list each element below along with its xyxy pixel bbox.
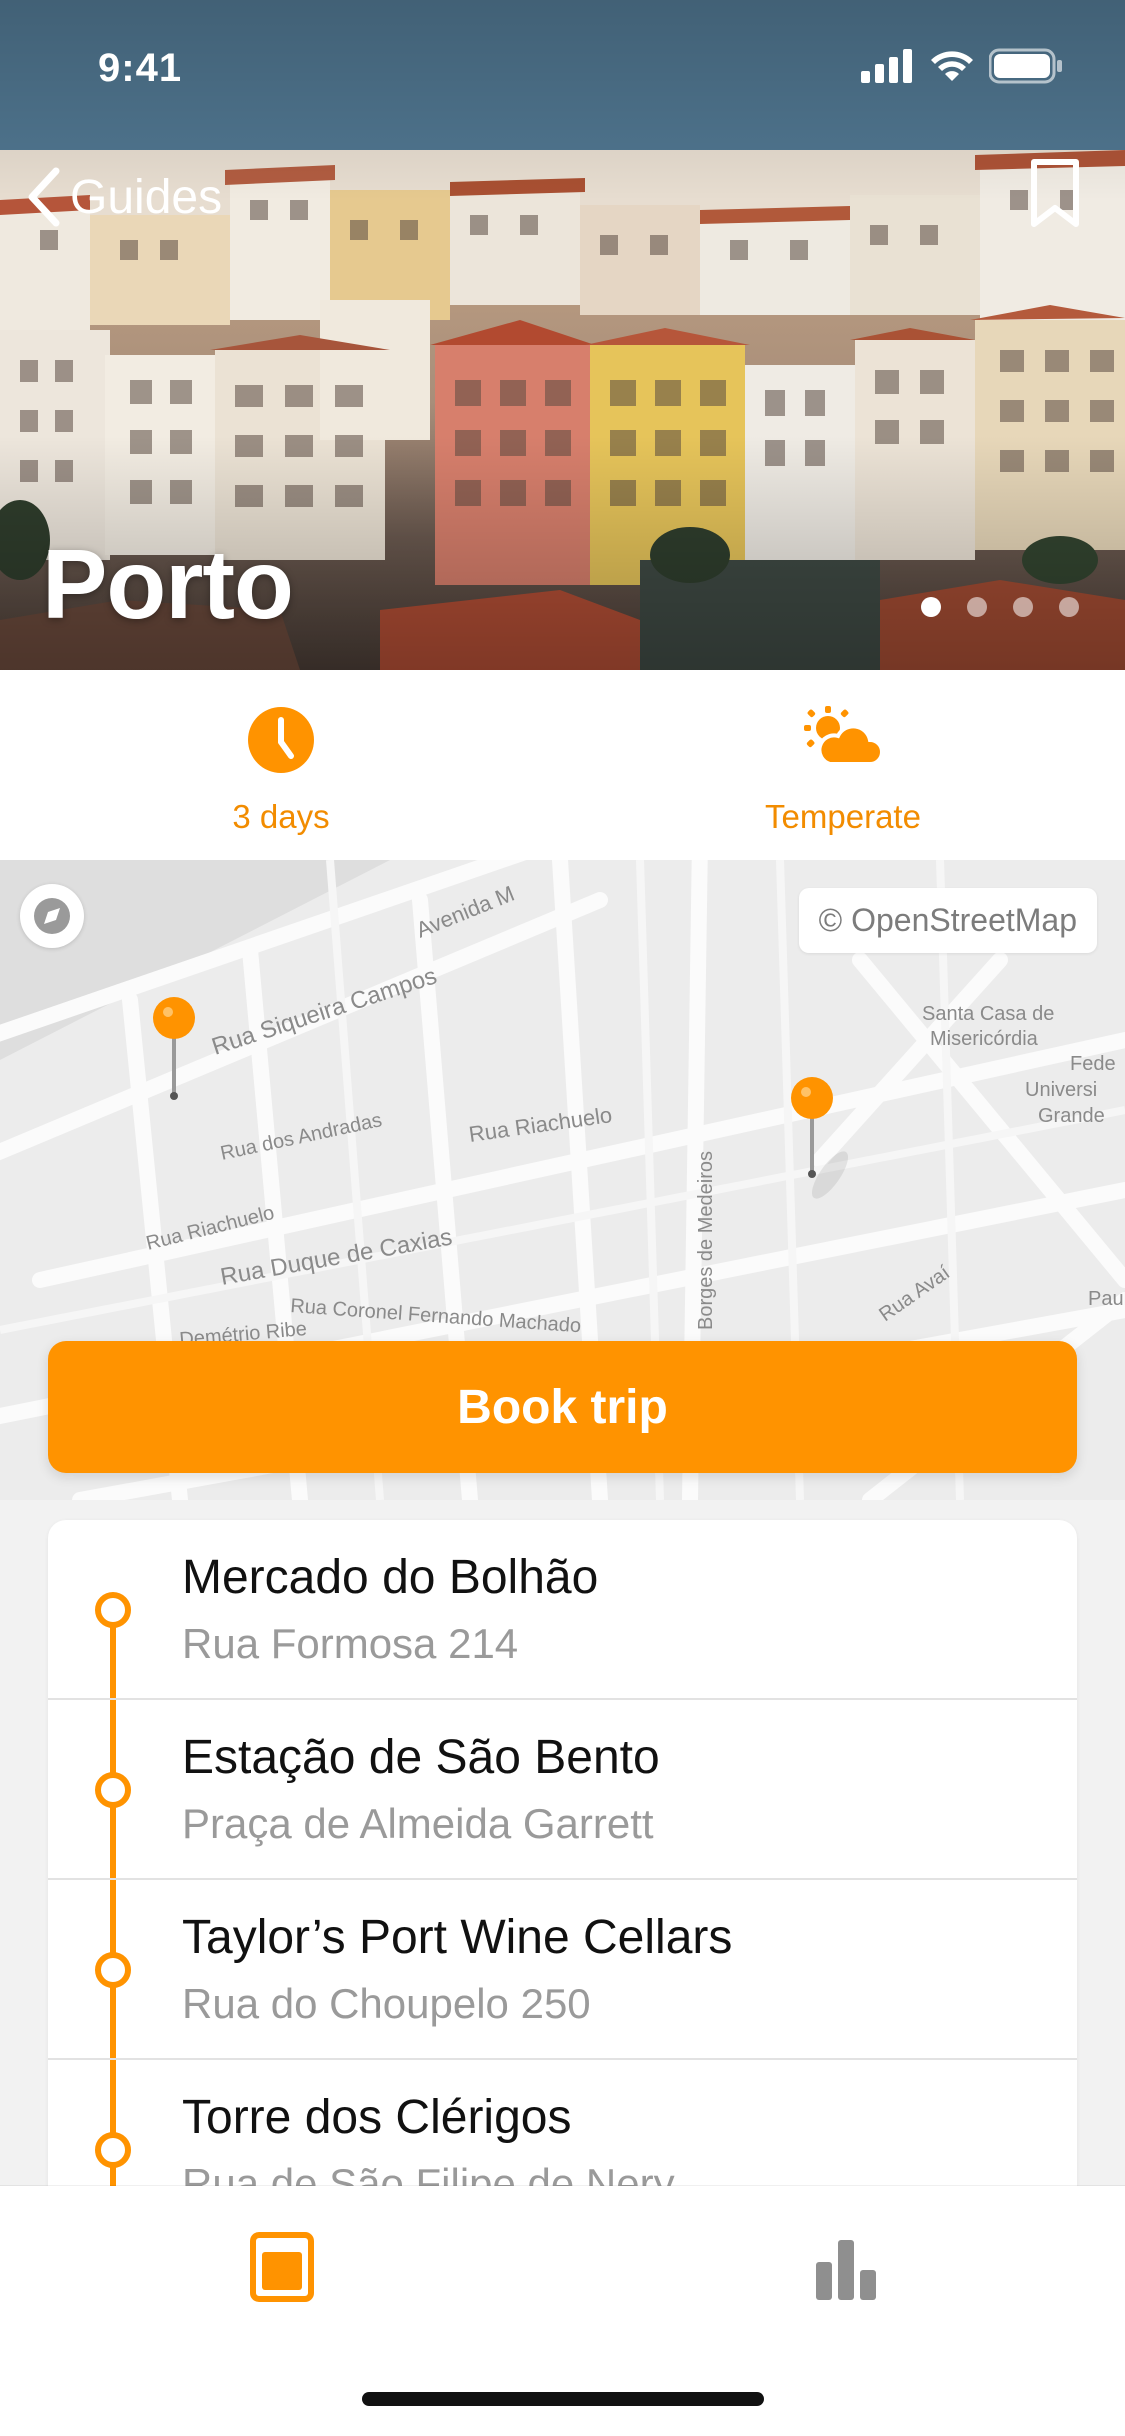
chevron-left-icon: [28, 167, 60, 227]
status-time: 9:41: [98, 46, 183, 90]
map-label: Misericórdia: [930, 1028, 1039, 1050]
clock-icon: [248, 707, 314, 773]
map-label: Santa Casa de: [922, 1003, 1054, 1025]
status-bar: 9:41: [0, 0, 1125, 140]
compass-button[interactable]: [20, 884, 84, 948]
stop-address: Praça de Almeida Garrett: [182, 1800, 654, 1847]
stop-name: Estação de São Bento: [182, 1731, 660, 1784]
map-label: Borges de Medeiros: [695, 1151, 717, 1330]
stats-icon: [816, 2240, 876, 2300]
timeline-dot-icon: [95, 1772, 131, 1808]
home-indicator[interactable]: [362, 2392, 764, 2406]
pager-dot[interactable]: [1059, 597, 1079, 617]
wifi-icon: [931, 51, 973, 81]
signal-icon: [861, 49, 912, 83]
timeline-dot-icon: [95, 1592, 131, 1628]
city-title: Porto: [42, 529, 294, 639]
sun-cloud-icon: [804, 706, 882, 766]
stop-name: Torre dos Clérigos: [182, 2091, 572, 2144]
duration-label: 3 days: [232, 798, 330, 835]
map-label: Rua Avaí: [875, 1261, 954, 1326]
list-item[interactable]: Estação de São Bento Praça de Almeida Ga…: [48, 1700, 1077, 1880]
map-label: Paulo: [1088, 1288, 1125, 1310]
map-label: Rua Riachuelo: [467, 1102, 613, 1147]
map-label: Universi: [1025, 1079, 1097, 1101]
compass-icon: [34, 898, 70, 934]
trip-info-row: 3 days Temperate: [0, 670, 1125, 860]
duration-info: 3 days: [0, 670, 562, 860]
hero-image: 9:41 Guides Porto: [0, 0, 1125, 670]
stop-name: Taylor’s Port Wine Cellars: [182, 1911, 733, 1964]
book-trip-button[interactable]: Book trip: [48, 1341, 1077, 1473]
timeline-dot-icon: [95, 2132, 131, 2168]
map-attribution[interactable]: © OpenStreetMap: [798, 888, 1097, 953]
pager-dot[interactable]: [1013, 597, 1033, 617]
timeline-dot-icon: [95, 1952, 131, 1988]
list-item[interactable]: Taylor’s Port Wine Cellars Rua do Choupe…: [48, 1880, 1077, 2060]
tab-guides[interactable]: [250, 2232, 314, 2307]
climate-label: Temperate: [765, 798, 921, 835]
itinerary-list: Mercado do Bolhão Rua Formosa 214 Estaçã…: [48, 1520, 1077, 2206]
stop-address: Rua do Choupelo 250: [182, 1980, 591, 2027]
image-pager[interactable]: [921, 597, 1079, 617]
bookmark-icon: [1031, 159, 1079, 227]
map-label: Rua dos Andradas: [218, 1109, 384, 1165]
pager-dot-active[interactable]: [921, 597, 941, 617]
bookmark-button[interactable]: [1029, 158, 1081, 235]
back-button[interactable]: Guides: [24, 165, 222, 229]
list-item[interactable]: Mercado do Bolhão Rua Formosa 214: [48, 1520, 1077, 1700]
map-label: Grande: [1038, 1105, 1105, 1127]
pager-dot[interactable]: [967, 597, 987, 617]
battery-icon: [989, 48, 1062, 84]
map-label: Fede: [1070, 1053, 1116, 1075]
map-label: Rua Siqueira Campos: [209, 962, 441, 1060]
tab-stats[interactable]: [814, 2240, 878, 2305]
stop-address: Rua Formosa 214: [182, 1620, 519, 1667]
stop-name: Mercado do Bolhão: [182, 1551, 599, 1604]
guide-book-icon: [250, 2232, 314, 2302]
climate-info: Temperate: [562, 670, 1124, 860]
back-label: Guides: [70, 170, 223, 224]
list-item[interactable]: Torre dos Clérigos Rua de São Filipe de …: [48, 2060, 1077, 2206]
status-icons: [861, 48, 1063, 84]
